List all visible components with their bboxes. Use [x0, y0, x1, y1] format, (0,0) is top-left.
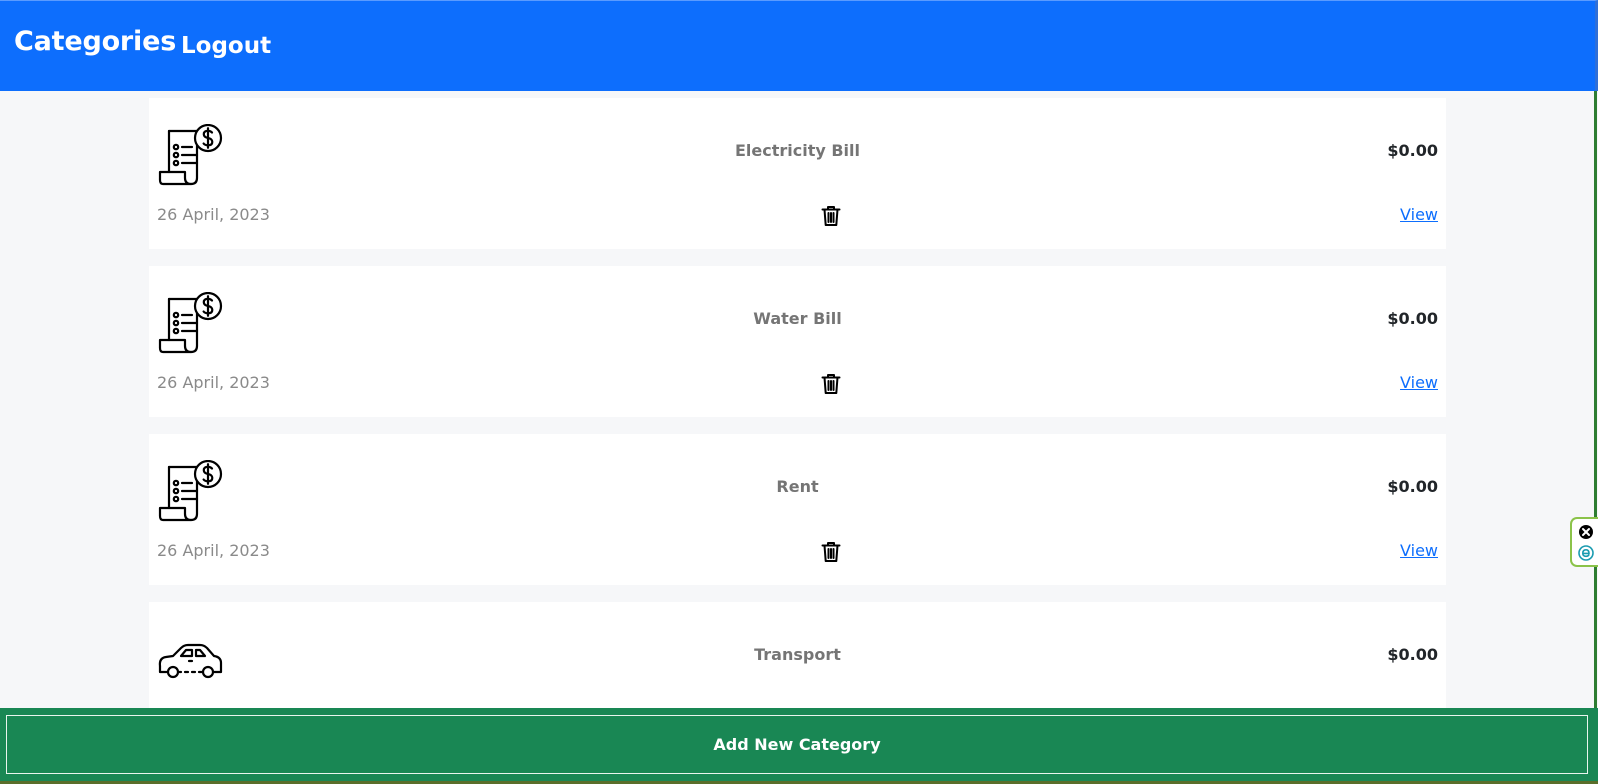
view-link[interactable]: View [1400, 205, 1438, 224]
view-link[interactable]: View [1400, 373, 1438, 392]
category-amount: $0.00 [1387, 477, 1438, 496]
category-card: Water Bill $0.00 26 April, 2023 View [149, 266, 1446, 417]
category-amount: $0.00 [1387, 645, 1438, 664]
category-card: Electricity Bill $0.00 26 April, 2023 Vi… [149, 98, 1446, 249]
trash-icon[interactable] [821, 373, 841, 395]
brand-categories-link[interactable]: Categories [14, 26, 176, 57]
view-link[interactable]: View [1400, 541, 1438, 560]
footer-bar: Add New Category [0, 708, 1598, 784]
category-date: 26 April, 2023 [157, 205, 270, 224]
add-new-category-button[interactable]: Add New Category [6, 715, 1588, 774]
extension-e-icon[interactable] [1578, 545, 1594, 561]
category-date: 26 April, 2023 [157, 541, 270, 560]
top-navbar: Categories Logout [0, 0, 1598, 91]
category-name: Electricity Bill [734, 141, 861, 160]
trash-icon[interactable] [821, 205, 841, 227]
category-list: Electricity Bill $0.00 26 April, 2023 Vi… [149, 98, 1446, 770]
category-amount: $0.00 [1387, 309, 1438, 328]
trash-icon[interactable] [821, 541, 841, 563]
extension-widget [1570, 517, 1598, 567]
logout-link[interactable]: Logout [181, 33, 271, 59]
category-amount: $0.00 [1387, 141, 1438, 160]
category-date: 26 April, 2023 [157, 373, 270, 392]
category-name: Rent [776, 477, 819, 496]
category-name: Water Bill [753, 309, 842, 328]
category-card: Rent $0.00 26 April, 2023 View [149, 434, 1446, 585]
category-name: Transport [754, 645, 841, 664]
page-edge-divider [1594, 91, 1597, 708]
close-icon[interactable] [1578, 524, 1594, 540]
